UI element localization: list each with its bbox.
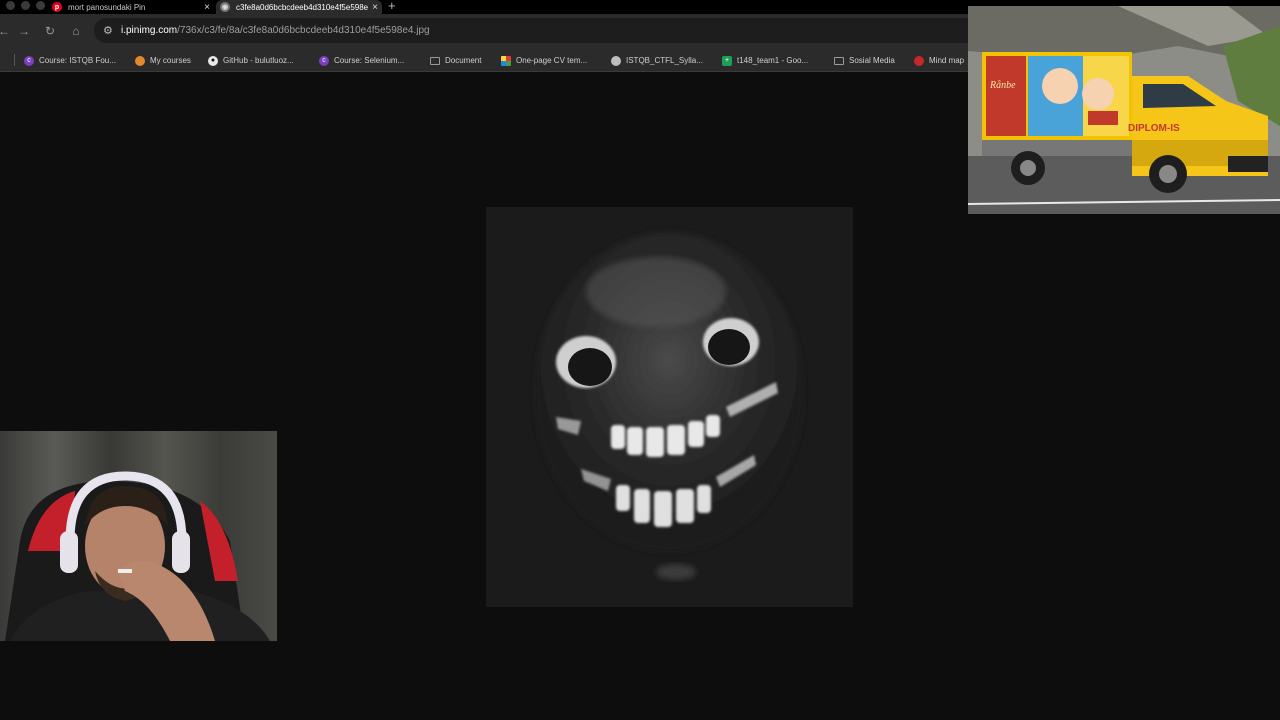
maximize-window-dot[interactable] (36, 1, 45, 10)
bookmark-label: Course: ISTQB Fou... (39, 56, 116, 65)
bookmark-my-courses[interactable]: My courses (135, 54, 191, 67)
forward-icon[interactable]: → (17, 24, 31, 38)
truck-side-text: Rånbe (989, 80, 1016, 91)
folder-icon (430, 56, 440, 65)
ice-cream-truck-picture: DIPLOM-IS Rånbe (968, 6, 1280, 214)
bookmark-label: t148_team1 - Goo... (737, 56, 809, 65)
bookmark-label: One-page CV tem... (516, 56, 588, 65)
webcam-overlay (0, 431, 277, 641)
close-tab-icon[interactable]: × (368, 2, 382, 13)
pinterest-icon: p (52, 2, 62, 12)
bookmark-label: Sosial Media (849, 56, 895, 65)
site-info-icon[interactable]: ⚙ (103, 24, 113, 37)
window-controls[interactable] (6, 1, 45, 10)
close-tab-icon[interactable]: × (200, 2, 214, 13)
bookmark-cv-template[interactable]: One-page CV tem... (501, 54, 587, 67)
orange-site-icon (135, 55, 145, 66)
url-path: /736x/c3/fe/8a/c3fe8a0d6bcbcdeeb4d310e4f… (177, 25, 430, 36)
address-bar[interactable]: ⚙ i.pinimg.com/736x/c3/fe/8a/c3fe8a0d6bc… (94, 18, 994, 43)
grinning-face-image[interactable] (486, 207, 853, 607)
bookmark-label: ISTQB_CTFL_Sylla... (626, 56, 703, 65)
bookmark-label: Document (445, 56, 482, 65)
tab-image-file[interactable]: ◉ c3fe8a0d6bcbcdeeb4d310e4f5e598e4.jpg × (216, 0, 382, 14)
bookmark-team-sheet[interactable]: + t148_team1 - Goo... (722, 54, 808, 67)
bookmark-label: Course: Selenium... (334, 56, 405, 65)
streamer-webcam-feed (0, 431, 277, 641)
folder-icon (834, 56, 844, 65)
url-text[interactable]: i.pinimg.com/736x/c3/fe/8a/c3fe8a0d6bcbc… (121, 25, 430, 36)
minimize-window-dot[interactable] (21, 1, 30, 10)
github-icon: ● (208, 55, 218, 66)
home-icon[interactable]: ⌂ (69, 24, 83, 38)
moodle-icon: c (319, 55, 329, 66)
globe-icon (611, 55, 621, 66)
bookmark-label: GitHub - bulutluoz... (223, 56, 294, 65)
moodle-icon: c (24, 55, 34, 66)
red-site-icon (914, 55, 924, 66)
tab-title: c3fe8a0d6bcbcdeeb4d310e4f5e598e4.jpg (236, 2, 368, 12)
bookmark-mind-map[interactable]: Mind map (914, 54, 964, 67)
bookmarks-divider (14, 54, 15, 66)
bookmark-istqb-syllabus[interactable]: ISTQB_CTFL_Sylla... (611, 54, 703, 67)
reload-icon[interactable]: ↻ (43, 24, 57, 38)
truck-brand-text: DIPLOM-IS (1128, 123, 1180, 134)
back-icon[interactable]: ← (0, 24, 11, 38)
google-sheets-icon: + (722, 55, 732, 66)
bookmark-github[interactable]: ● GitHub - bulutluoz... (208, 54, 294, 67)
bookmark-label: Mind map (929, 56, 965, 65)
tab-pinterest-pin[interactable]: p mort panosundaki Pin × (48, 0, 214, 14)
bookmark-selenium-course[interactable]: c Course: Selenium... (319, 54, 404, 67)
url-host: i.pinimg.com (121, 25, 178, 36)
close-window-dot[interactable] (6, 1, 15, 10)
new-tab-button[interactable]: + (388, 0, 396, 13)
grid-icon (501, 55, 511, 66)
creepy-face-illustration (486, 207, 853, 607)
bookmark-document-folder[interactable]: Document (430, 54, 481, 67)
bookmark-label: My courses (150, 56, 191, 65)
image-file-icon: ◉ (220, 2, 230, 12)
truck-photo-overlay: DIPLOM-IS Rånbe (968, 6, 1280, 214)
bookmark-social-media-folder[interactable]: Sosial Media (834, 54, 895, 67)
tab-title: mort panosundaki Pin (68, 2, 146, 12)
bookmark-istqb-course[interactable]: c Course: ISTQB Fou... (24, 54, 116, 67)
